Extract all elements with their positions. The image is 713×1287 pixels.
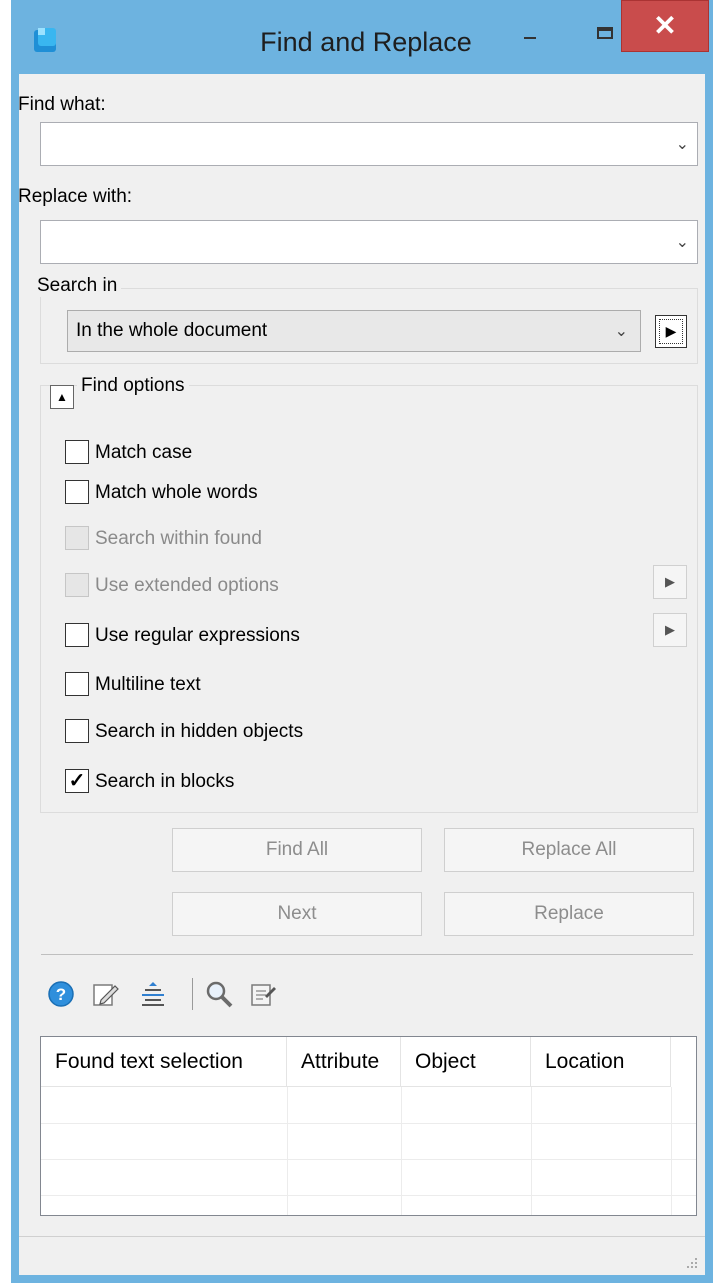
export-icon[interactable] bbox=[249, 980, 277, 1008]
checkbox bbox=[65, 526, 89, 550]
chevron-down-icon[interactable]: ⌄ bbox=[676, 232, 689, 252]
resize-grip-icon[interactable] bbox=[685, 1256, 699, 1270]
play-icon: ▶ bbox=[665, 574, 675, 589]
find-what-label: Find what: bbox=[18, 94, 106, 115]
table-col-line bbox=[671, 1087, 672, 1215]
option-label: Match case bbox=[95, 442, 193, 463]
table-col-line bbox=[531, 1087, 532, 1215]
minimize-icon bbox=[524, 37, 536, 39]
replace-with-label: Replace with: bbox=[18, 186, 133, 207]
title-bar[interactable]: Find and Replace ✕ bbox=[11, 0, 713, 74]
table-row-line bbox=[41, 1159, 696, 1160]
minimize-button[interactable] bbox=[507, 0, 551, 64]
option-label: Multiline text bbox=[95, 674, 201, 695]
column-header-location[interactable]: Location bbox=[531, 1037, 671, 1087]
collapse-options-button[interactable]: ▲ bbox=[50, 385, 74, 409]
results-table[interactable]: Found text selection Attribute Object Lo… bbox=[40, 1036, 697, 1216]
magnifier-icon[interactable] bbox=[205, 980, 233, 1008]
checkbox[interactable]: ✓ bbox=[65, 769, 89, 793]
option-label: Search in hidden objects bbox=[95, 721, 304, 742]
checkbox[interactable] bbox=[65, 719, 89, 743]
close-icon: ✕ bbox=[653, 10, 677, 41]
replace-button[interactable]: Replace bbox=[444, 892, 694, 936]
extended-options-arrow-button[interactable]: ▶ bbox=[653, 565, 687, 599]
table-row-line bbox=[41, 1195, 696, 1196]
checkbox[interactable] bbox=[65, 480, 89, 504]
option-label: Search within found bbox=[95, 528, 262, 549]
checkmark-icon: ✓ bbox=[68, 770, 86, 792]
replace-with-input[interactable]: ⌄ bbox=[40, 220, 698, 264]
search-in-label: Search in bbox=[33, 275, 122, 297]
option-label: Use regular expressions bbox=[95, 625, 300, 646]
toolbar-separator bbox=[192, 978, 193, 1010]
next-button[interactable]: Next bbox=[172, 892, 422, 936]
checkbox bbox=[65, 573, 89, 597]
dialog-body: Find what: ⌄ Replace with: ⌄ Search in I… bbox=[18, 74, 705, 1276]
replace-all-button[interactable]: Replace All bbox=[444, 828, 694, 872]
edit-note-icon[interactable] bbox=[91, 980, 119, 1008]
column-header-found-text[interactable]: Found text selection bbox=[41, 1037, 287, 1087]
play-icon: ▶ bbox=[665, 323, 677, 339]
chevron-down-icon[interactable]: ⌄ bbox=[676, 134, 689, 154]
option-label: Match whole words bbox=[95, 482, 258, 503]
checkbox[interactable] bbox=[65, 440, 89, 464]
table-col-line bbox=[287, 1087, 288, 1215]
find-options-label: Find options bbox=[77, 375, 189, 397]
maximize-icon bbox=[597, 27, 613, 39]
search-in-select[interactable]: In the whole document ⌄ bbox=[67, 310, 641, 352]
checkbox[interactable] bbox=[65, 672, 89, 696]
find-replace-window: Find and Replace ✕ Find what: ⌄ Replace … bbox=[11, 0, 713, 1283]
triangle-up-icon: ▲ bbox=[56, 390, 68, 404]
find-all-button[interactable]: Find All bbox=[172, 828, 422, 872]
svg-text:?: ? bbox=[56, 985, 66, 1004]
table-row-line bbox=[41, 1123, 696, 1124]
column-header-attribute[interactable]: Attribute bbox=[287, 1037, 401, 1087]
option-label: Search in blocks bbox=[95, 771, 235, 792]
find-what-input[interactable]: ⌄ bbox=[40, 122, 698, 166]
table-col-line bbox=[401, 1087, 402, 1215]
checkbox[interactable] bbox=[65, 623, 89, 647]
search-in-arrow-button[interactable]: ▶ bbox=[655, 315, 687, 348]
align-center-icon[interactable] bbox=[139, 980, 167, 1008]
close-button[interactable]: ✕ bbox=[621, 0, 709, 52]
regex-arrow-button[interactable]: ▶ bbox=[653, 613, 687, 647]
chevron-down-icon: ⌄ bbox=[614, 323, 628, 340]
column-header-object[interactable]: Object bbox=[401, 1037, 531, 1087]
option-label: Use extended options bbox=[95, 575, 279, 596]
status-bar bbox=[19, 1236, 705, 1276]
help-icon[interactable]: ? bbox=[47, 980, 75, 1008]
play-icon: ▶ bbox=[665, 622, 675, 637]
search-in-selected: In the whole document bbox=[76, 320, 268, 341]
divider bbox=[41, 954, 693, 955]
